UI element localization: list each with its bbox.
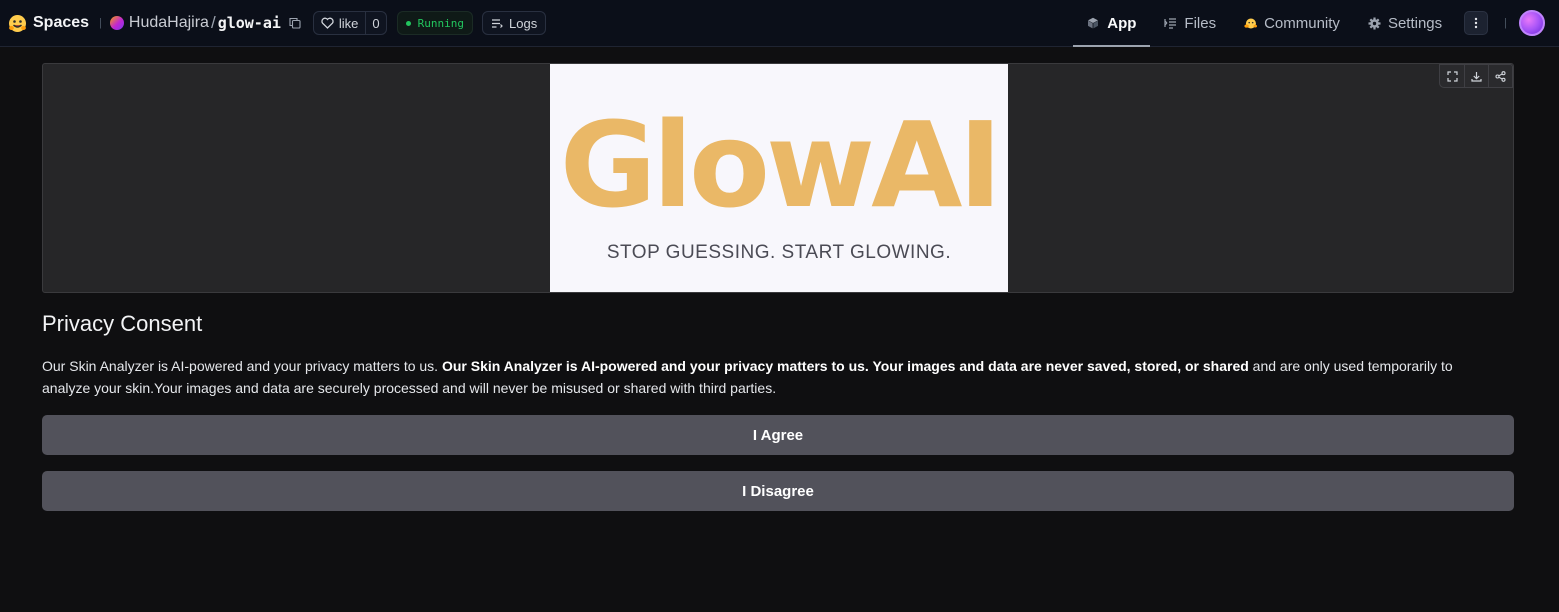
like-count[interactable]: 0 bbox=[365, 12, 385, 34]
owner-link[interactable]: HudaHajira bbox=[129, 14, 209, 32]
banner-tagline: STOP GUESSING. START GLOWING. bbox=[606, 242, 952, 263]
nav-left: Spaces | HudaHajira / glow-ai like 0 Run… bbox=[0, 0, 547, 46]
tab-community-label: Community bbox=[1264, 14, 1340, 32]
tab-settings[interactable]: Settings bbox=[1354, 0, 1456, 46]
tab-community[interactable]: Community bbox=[1230, 0, 1354, 46]
image-panel: GlowAI STOP GUESSING. START GLOWING. bbox=[42, 63, 1514, 293]
nav-separator-right: | bbox=[1504, 17, 1507, 29]
status-label: Running bbox=[417, 16, 465, 30]
status-dot-icon bbox=[405, 20, 411, 26]
logs-icon bbox=[492, 18, 503, 28]
nav-right: App Files Community Settings | bbox=[1073, 0, 1559, 47]
hugging-face-logo-icon[interactable] bbox=[8, 14, 27, 33]
consent-text-intro: Our Skin Analyzer is AI-powered and your… bbox=[42, 358, 442, 374]
like-button[interactable]: like 0 bbox=[312, 11, 387, 35]
tab-files[interactable]: Files bbox=[1150, 0, 1230, 46]
image-toolbar bbox=[1439, 64, 1513, 88]
user-avatar[interactable] bbox=[1519, 10, 1545, 36]
path-separator: / bbox=[210, 13, 216, 32]
copy-icon[interactable] bbox=[289, 17, 302, 30]
privacy-consent-heading: Privacy Consent bbox=[42, 311, 203, 336]
glowai-banner-image: GlowAI STOP GUESSING. START GLOWING. bbox=[550, 64, 1008, 292]
spaces-link[interactable]: Spaces bbox=[33, 14, 89, 32]
download-icon[interactable] bbox=[1464, 65, 1488, 87]
vertical-dots-icon bbox=[1474, 17, 1478, 29]
logs-label: Logs bbox=[509, 15, 538, 31]
status-badge[interactable]: Running bbox=[396, 11, 474, 35]
like-label: like bbox=[338, 15, 359, 31]
top-nav: Spaces | HudaHajira / glow-ai like 0 Run… bbox=[0, 0, 1559, 47]
consent-text-bold: Our Skin Analyzer is AI-powered and your… bbox=[441, 358, 1249, 374]
logs-button[interactable]: Logs bbox=[482, 11, 547, 35]
more-menu-button[interactable] bbox=[1464, 11, 1489, 35]
agree-button[interactable]: I Agree bbox=[42, 415, 1514, 455]
heart-icon bbox=[321, 17, 334, 29]
privacy-consent-text: Our Skin Analyzer is AI-powered and your… bbox=[42, 355, 1502, 399]
cube-icon bbox=[1087, 17, 1100, 30]
fullscreen-icon[interactable] bbox=[1440, 65, 1464, 87]
repo-name-link[interactable]: glow-ai bbox=[218, 14, 281, 32]
owner-avatar[interactable] bbox=[109, 16, 124, 30]
gear-icon bbox=[1368, 17, 1381, 30]
nav-separator: | bbox=[99, 17, 102, 29]
share-icon[interactable] bbox=[1488, 65, 1512, 87]
disagree-button[interactable]: I Disagree bbox=[42, 471, 1514, 511]
tab-app[interactable]: App bbox=[1073, 0, 1151, 47]
banner-wordmark: GlowAI bbox=[559, 96, 1003, 234]
tab-app-label: App bbox=[1107, 14, 1137, 32]
tab-settings-label: Settings bbox=[1387, 14, 1443, 32]
like-main[interactable]: like bbox=[314, 12, 366, 34]
files-icon bbox=[1164, 17, 1177, 30]
tab-files-label: Files bbox=[1184, 14, 1217, 32]
community-icon bbox=[1244, 17, 1258, 30]
